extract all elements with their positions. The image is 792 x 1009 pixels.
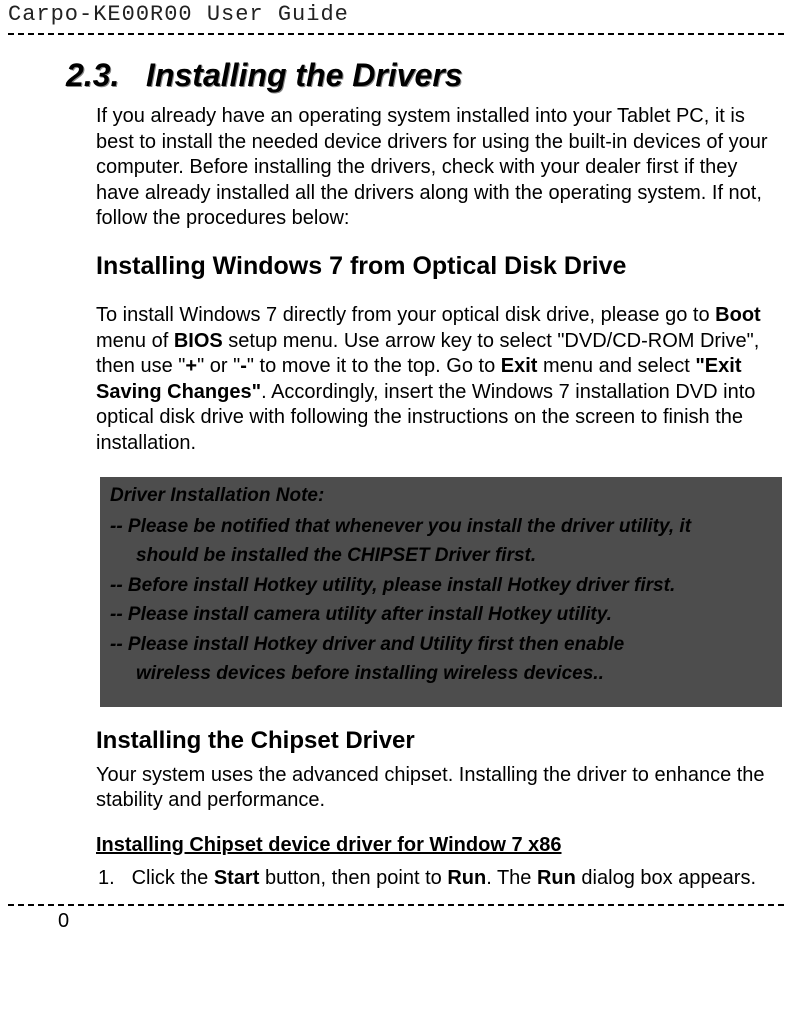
minus-key: - (240, 355, 247, 377)
run-dialog-term: Run (537, 867, 576, 889)
exit-term: Exit (501, 355, 538, 377)
intro-paragraph: If you already have an operating system … (96, 104, 786, 232)
chipset-text: Your system uses the advanced chipset. I… (96, 763, 786, 814)
page-number: 0 (0, 910, 792, 933)
text-fragment: To install Windows 7 directly from your … (96, 304, 715, 326)
doc-title: Carpo-KE00R00 User Guide (8, 2, 349, 27)
text-fragment: dialog box appears. (576, 867, 756, 889)
plus-key: + (185, 355, 197, 377)
text-fragment: Click the (132, 867, 214, 889)
win7-heading: Installing Windows 7 from Optical Disk D… (96, 252, 786, 281)
text-fragment: " or " (197, 355, 240, 377)
boot-term: Boot (715, 304, 761, 326)
chipset-subheading: Installing Chipset device driver for Win… (96, 834, 786, 857)
driver-note-box: Driver Installation Note: -- Please be n… (100, 477, 782, 707)
note-line-4b: wireless devices before installing wirel… (136, 659, 772, 688)
step-number: 1. (98, 867, 126, 890)
section-name: Installing the Drivers (146, 57, 463, 93)
step-1: 1. Click the Start button, then point to… (96, 867, 786, 890)
chipset-heading: Installing the Chipset Driver (96, 727, 786, 755)
note-line-4a: -- Please install Hotkey driver and Util… (110, 630, 772, 659)
note-line-1a: -- Please be notified that whenever you … (110, 512, 772, 541)
header-divider (8, 33, 784, 35)
win7-paragraph: To install Windows 7 directly from your … (96, 303, 786, 457)
text-fragment: menu and select (537, 355, 695, 377)
doc-header: Carpo-KE00R00 User Guide (0, 0, 792, 33)
start-button-term: Start (214, 867, 260, 889)
text-fragment: button, then point to (259, 867, 447, 889)
text-fragment: . The (486, 867, 537, 889)
run-term: Run (447, 867, 486, 889)
text-fragment: " to move it to the top. Go to (247, 355, 501, 377)
note-line-1b: should be installed the CHIPSET Driver f… (136, 541, 772, 570)
bios-term: BIOS (174, 330, 223, 352)
section-title: 2.3. Installing the Drivers (66, 57, 786, 94)
note-line-2: -- Before install Hotkey utility, please… (110, 571, 772, 600)
footer-divider (8, 904, 784, 906)
text-fragment: menu of (96, 330, 174, 352)
section-number: 2.3. (66, 57, 119, 93)
note-line-3: -- Please install camera utility after i… (110, 600, 772, 629)
note-title: Driver Installation Note: (110, 481, 772, 510)
page-content: 2.3. Installing the Drivers If you alrea… (0, 57, 786, 890)
